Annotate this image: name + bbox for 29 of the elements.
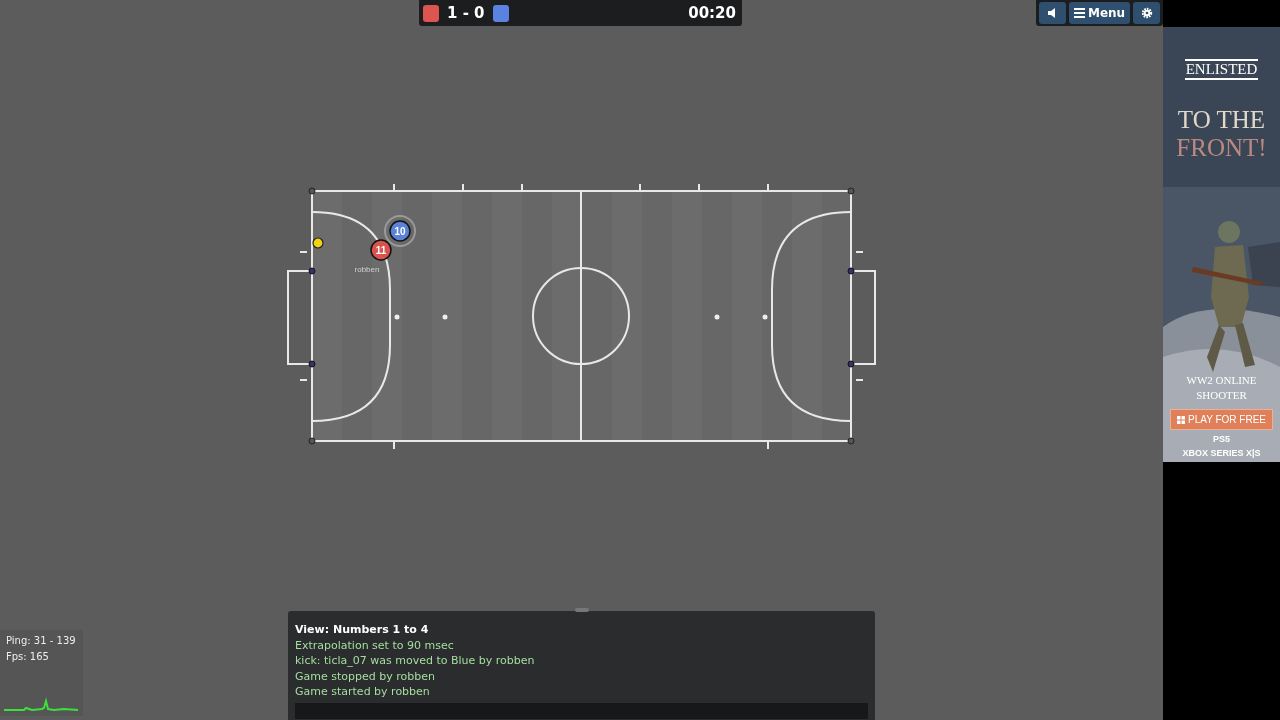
ping-text: Ping: 31 - 139 xyxy=(6,634,77,648)
sound-button[interactable] xyxy=(1039,2,1066,24)
chat-message: View: Numbers 1 to 4 xyxy=(295,622,430,638)
ad-logo: ENLISTED xyxy=(1184,59,1259,80)
platform-label: XBOX SERIES X|S xyxy=(1182,448,1261,458)
chat-message: Game stopped by robben xyxy=(295,668,436,684)
menu-icon xyxy=(1074,8,1085,18)
ball xyxy=(312,237,324,249)
chat-message: Extrapolation set to 90 msec xyxy=(295,637,455,653)
speaker-icon xyxy=(1047,8,1058,18)
player-token: 11 xyxy=(370,239,392,261)
team-icon xyxy=(423,4,439,22)
game-timer: 00:20 xyxy=(688,4,737,22)
fps-text: Fps: 165 xyxy=(6,650,50,664)
settings-button[interactable] xyxy=(1133,2,1161,24)
settings-icon xyxy=(1140,7,1153,19)
windows-logo-icon xyxy=(1177,415,1185,424)
platform-label: PS5 xyxy=(1213,434,1230,444)
ad-headline: FRONT! xyxy=(1176,134,1267,162)
menu-button[interactable]: Menu xyxy=(1069,2,1131,24)
ad-headline: TO THE xyxy=(1177,106,1266,134)
score-text: 1 - 0 xyxy=(447,4,485,22)
chat-message: Game started by robben xyxy=(295,684,431,700)
ad-tagline: WW2 ONLINE SHOOTER xyxy=(1185,373,1258,403)
player-token: 10 xyxy=(384,215,416,247)
chat-message: kick: ticla_07 was moved to Blue by robben xyxy=(295,653,536,669)
team-icon xyxy=(492,4,509,22)
resize-handle[interactable] xyxy=(575,608,589,612)
player-name: robben xyxy=(354,265,380,274)
